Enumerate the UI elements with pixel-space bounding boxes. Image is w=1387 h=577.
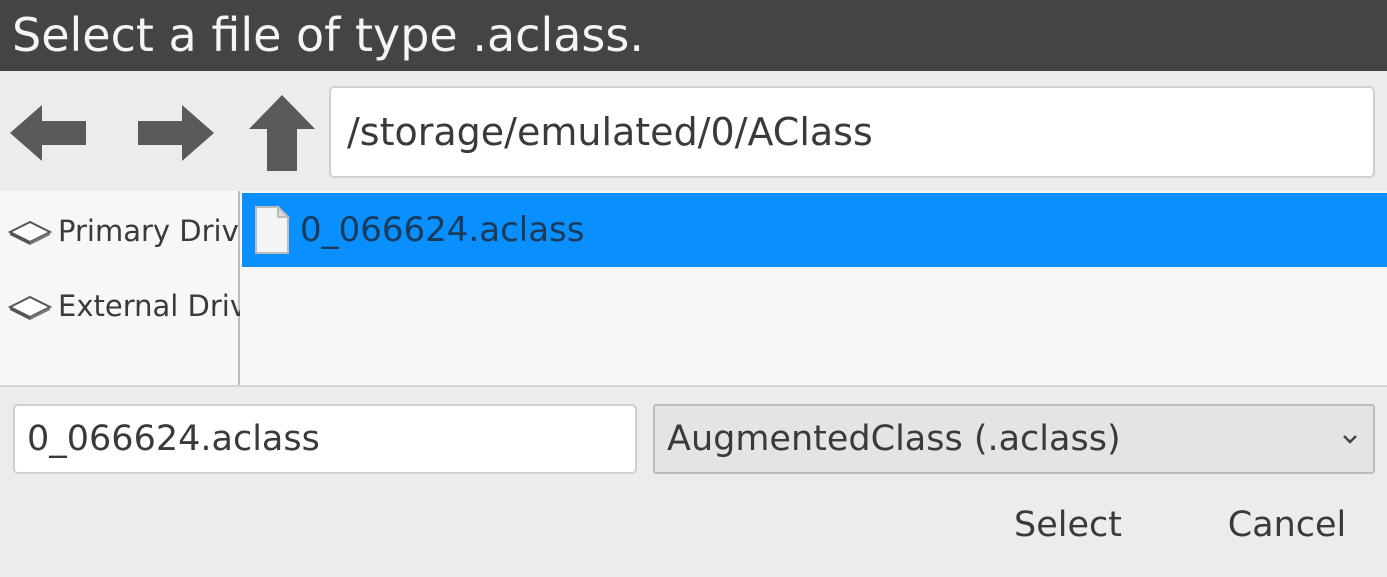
chevron-down-icon	[1343, 435, 1357, 444]
cancel-button[interactable]: Cancel	[1215, 492, 1359, 558]
up-button[interactable]	[242, 93, 322, 173]
path-field[interactable]: /storage/emulated/0/AClass	[329, 86, 1375, 178]
select-button[interactable]: Select	[1000, 492, 1136, 558]
navigation-toolbar: /storage/emulated/0/AClass	[0, 71, 1387, 191]
list-item[interactable]: 0_066624.aclass	[242, 193, 1387, 267]
arrow-up-icon	[249, 95, 315, 171]
divider	[0, 385, 1387, 387]
drive-icon	[8, 220, 52, 245]
filename-field[interactable]: 0_066624.aclass	[13, 404, 637, 474]
sidebar-item-label: External Drive	[58, 289, 265, 323]
file-name: 0_066624.aclass	[300, 210, 585, 250]
sidebar-item-external-drive[interactable]: External Drive	[0, 268, 265, 344]
file-list: 0_066624.aclass	[240, 191, 1387, 385]
file-chooser-dialog: Select a file of type .aclass. /storage/…	[0, 0, 1387, 577]
arrow-right-icon	[138, 105, 214, 161]
file-type-select[interactable]: AugmentedClass (.aclass)	[653, 404, 1375, 474]
file-type-value: AugmentedClass (.aclass)	[667, 419, 1121, 459]
forward-button[interactable]	[136, 93, 216, 173]
places-sidebar: Primary Drive External Drive	[0, 191, 265, 385]
back-button[interactable]	[8, 93, 88, 173]
arrow-left-icon	[10, 105, 86, 161]
file-icon	[255, 205, 290, 254]
dialog-title: Select a file of type .aclass.	[0, 0, 1387, 71]
drive-icon	[8, 295, 52, 320]
sidebar-item-primary-drive[interactable]: Primary Drive	[0, 193, 257, 269]
sidebar-item-label: Primary Drive	[58, 214, 257, 248]
